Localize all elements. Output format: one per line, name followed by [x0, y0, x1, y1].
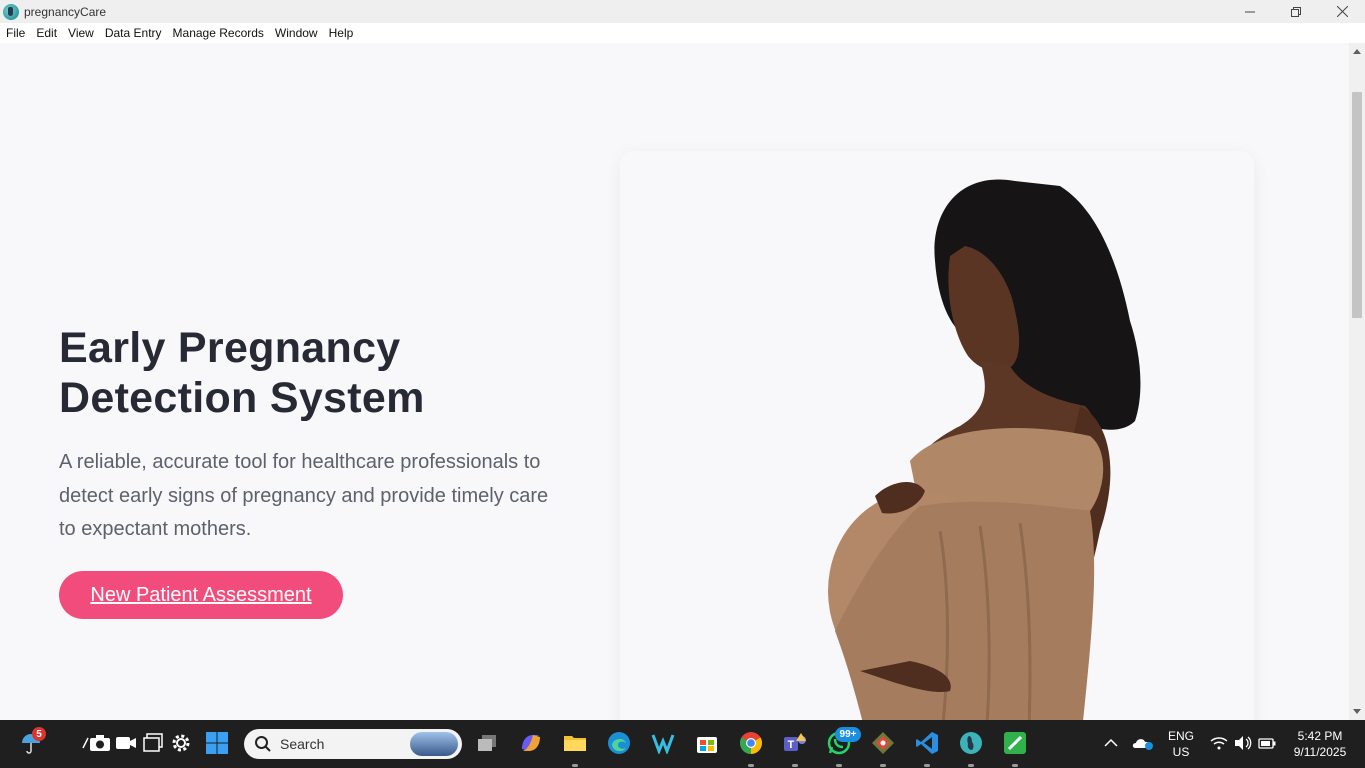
- menu-manage-records[interactable]: Manage Records: [169, 23, 268, 43]
- edge-browser-icon[interactable]: [606, 730, 632, 756]
- hero-title-line1: Early Pregnancy: [59, 324, 401, 372]
- windows-start-icon[interactable]: [204, 730, 230, 756]
- region-label[interactable]: US: [1165, 745, 1197, 760]
- camera-icon[interactable]: [87, 730, 113, 756]
- pregnancy-care-running-indicator: [968, 764, 974, 767]
- hero-title: Early Pregnancy Detection System: [59, 323, 559, 423]
- wifi-icon[interactable]: [1206, 730, 1232, 756]
- hero-subtitle: A reliable, accurate tool for healthcare…: [59, 451, 549, 540]
- microsoft-store-icon[interactable]: [694, 730, 720, 756]
- git-client-running-indicator: [880, 764, 886, 767]
- git-client-icon[interactable]: [870, 730, 896, 756]
- chevron-up-icon[interactable]: [1098, 730, 1124, 756]
- taskbar-search[interactable]: Search: [244, 729, 462, 759]
- vscode-icon[interactable]: [914, 730, 940, 756]
- window-title: pregnancyCare: [24, 4, 107, 19]
- weather-badge: 5: [32, 727, 46, 741]
- window-controls: [1227, 0, 1365, 23]
- battery-icon[interactable]: [1254, 730, 1280, 756]
- visual-studio-ce-icon[interactable]: [650, 730, 676, 756]
- menu-data-entry[interactable]: Data Entry: [101, 23, 166, 43]
- restore-button[interactable]: [1273, 0, 1319, 23]
- teams-icon[interactable]: T: [782, 730, 808, 756]
- search-icon: [255, 736, 271, 752]
- whatsapp-badge: 99+: [835, 727, 861, 742]
- scroll-thumb[interactable]: [1352, 92, 1362, 318]
- scroll-down-arrow-icon[interactable]: [1353, 709, 1361, 714]
- search-highlight-image: [410, 732, 458, 756]
- onedrive-icon[interactable]: [1130, 730, 1156, 756]
- teams-running-indicator: [792, 764, 798, 767]
- chrome-running-indicator: [748, 764, 754, 767]
- copilot-icon[interactable]: [518, 730, 544, 756]
- scroll-up-arrow-icon[interactable]: [1353, 49, 1361, 54]
- volume-icon[interactable]: [1230, 730, 1256, 756]
- file-explorer-running-indicator: [572, 764, 578, 767]
- clock-date[interactable]: 9/11/2025: [1285, 745, 1355, 760]
- video-camera-icon[interactable]: [113, 730, 139, 756]
- clock-time[interactable]: 5:42 PM: [1285, 729, 1355, 744]
- menu-bar: File Edit View Data Entry Manage Records…: [0, 23, 1365, 43]
- pregnant-woman-photo: [828, 179, 1141, 720]
- title-bar: pregnancyCare: [0, 0, 1365, 23]
- main-content: Early Pregnancy Detection System A relia…: [0, 43, 1349, 720]
- menu-view[interactable]: View: [64, 23, 98, 43]
- green-editor-running-indicator: [1012, 764, 1018, 767]
- hero-title-line2: Detection System: [59, 374, 425, 422]
- app-icon: [3, 3, 19, 20]
- file-explorer-icon[interactable]: [562, 730, 588, 756]
- task-view-icon[interactable]: [474, 730, 500, 756]
- vscode-running-indicator: [924, 764, 930, 767]
- minimize-button[interactable]: [1227, 0, 1273, 23]
- menu-window[interactable]: Window: [271, 23, 322, 43]
- green-editor-icon[interactable]: [1002, 730, 1028, 756]
- new-patient-assessment-button[interactable]: New Patient Assessment: [59, 571, 343, 619]
- close-button[interactable]: [1319, 0, 1365, 23]
- pregnancy-care-taskbar-icon[interactable]: [958, 730, 984, 756]
- whatsapp-running-indicator: [836, 764, 842, 767]
- menu-help[interactable]: Help: [325, 23, 358, 43]
- hero-image-card: [620, 151, 1254, 720]
- search-placeholder: Search: [280, 736, 325, 752]
- menu-file[interactable]: File: [2, 23, 29, 43]
- vertical-scrollbar[interactable]: [1349, 43, 1365, 720]
- chrome-icon[interactable]: [738, 730, 764, 756]
- windows-overlap-icon[interactable]: [140, 730, 166, 756]
- language-label[interactable]: ENG: [1165, 729, 1197, 744]
- taskbar: 5 Search T 99+ ENG US 5:42 PM 9/11/2025: [0, 720, 1365, 768]
- menu-edit[interactable]: Edit: [32, 23, 61, 43]
- gear-icon[interactable]: [168, 730, 194, 756]
- svg-text:T: T: [788, 739, 795, 751]
